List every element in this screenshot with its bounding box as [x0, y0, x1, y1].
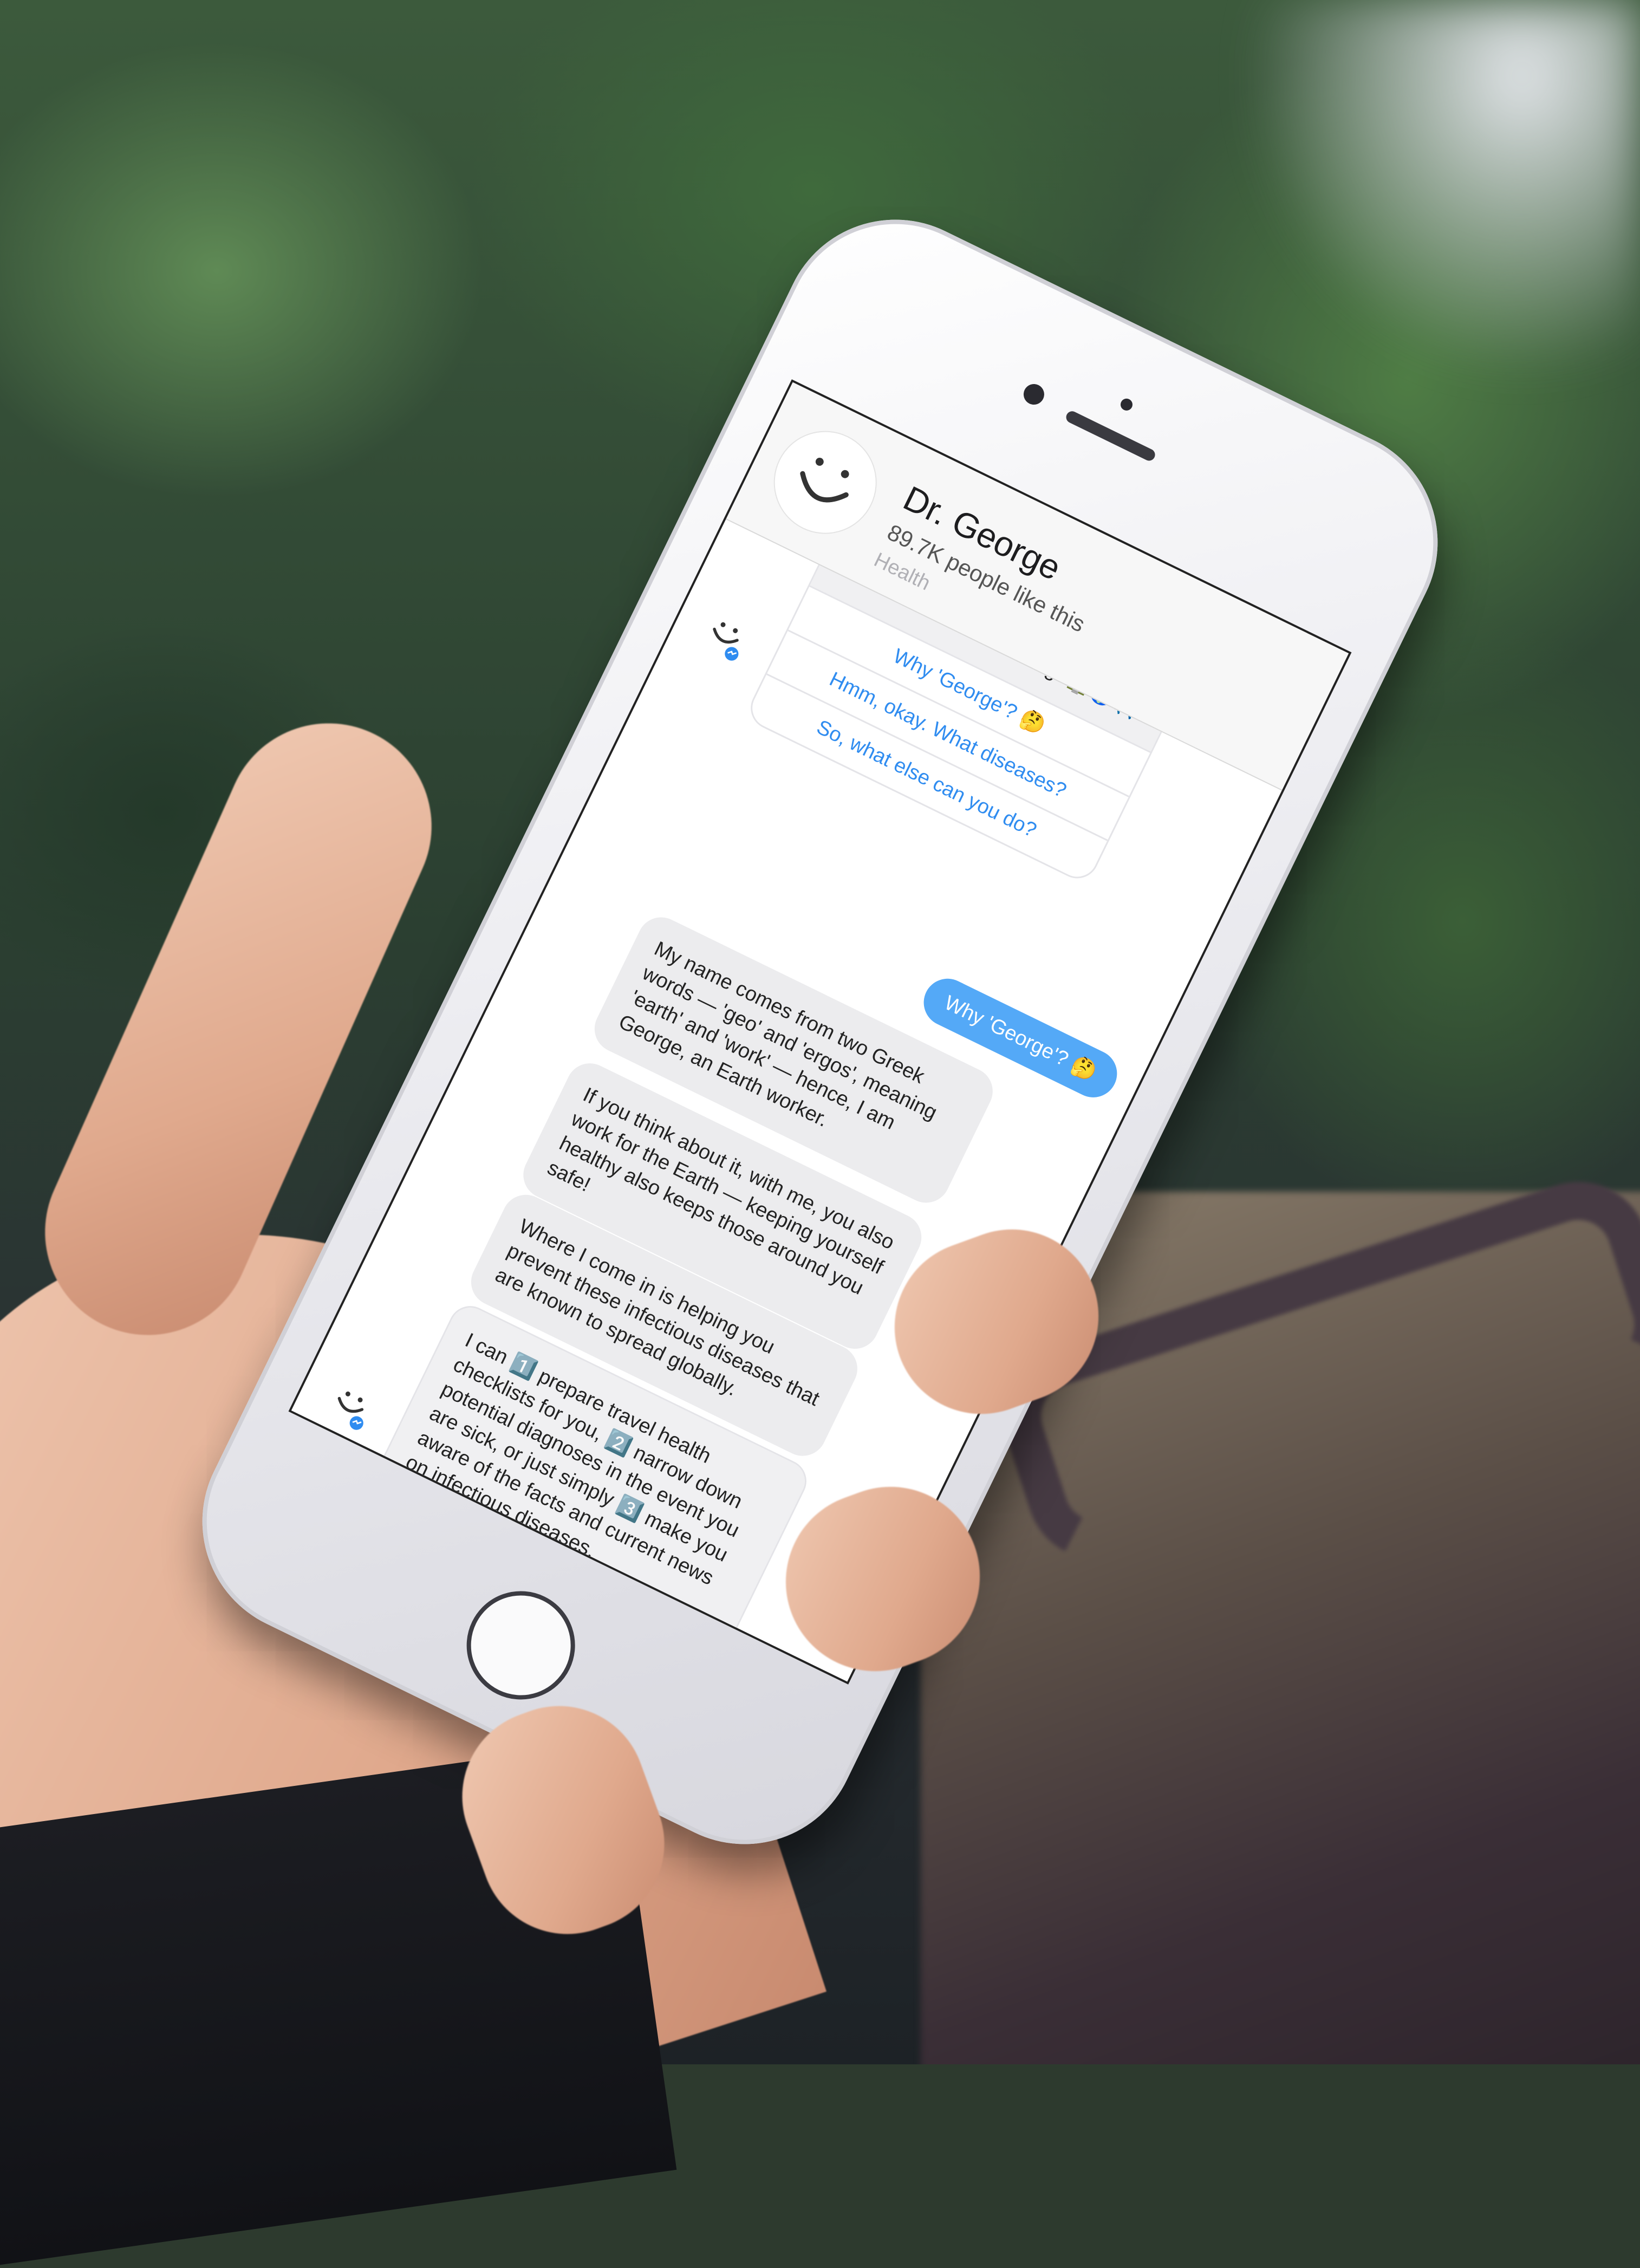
proximity-sensor: [1118, 397, 1135, 413]
front-camera: [1020, 380, 1048, 408]
background-light: [1246, 0, 1640, 379]
smiley-face-icon[interactable]: [756, 413, 894, 551]
earpiece-speaker: [1064, 409, 1157, 463]
messenger-badge-icon: [694, 603, 759, 668]
messenger-badge-icon: [318, 1373, 383, 1438]
home-button[interactable]: [448, 1572, 594, 1718]
